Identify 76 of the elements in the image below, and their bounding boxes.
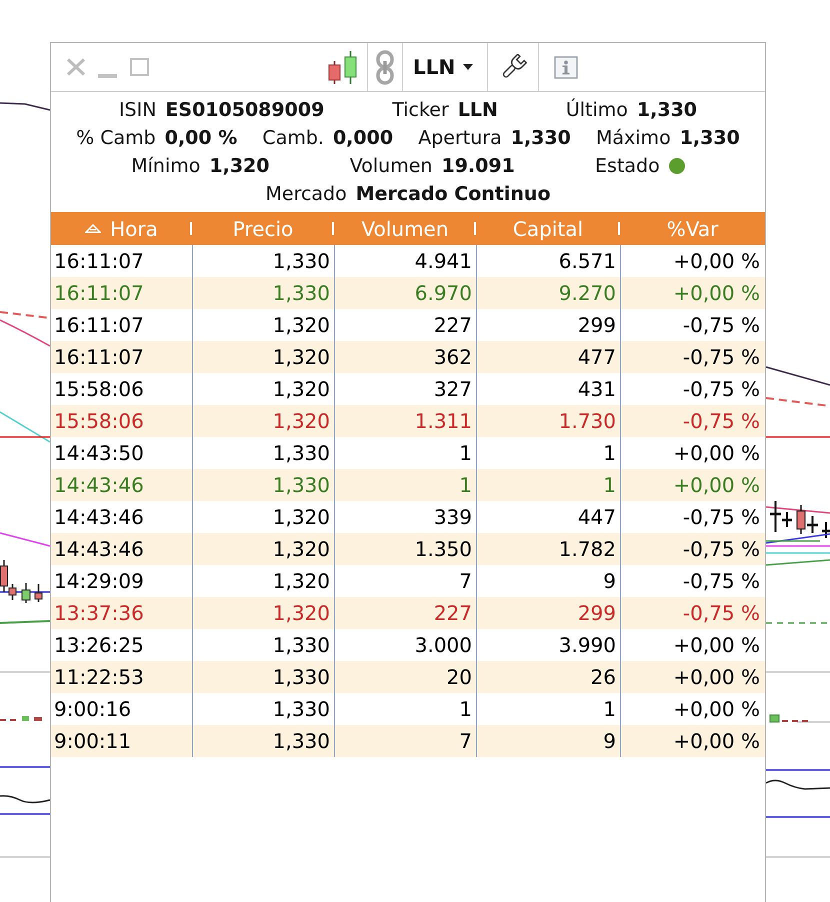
field-label: Máximo	[596, 127, 671, 149]
table-cell: 7	[334, 725, 476, 757]
field-label: Volumen	[350, 155, 432, 177]
chart-line	[766, 366, 830, 386]
field-value: 1,330	[510, 127, 571, 149]
table-cell-text: 9:00:11	[53, 728, 132, 755]
field-value: 0,000	[332, 127, 394, 149]
field-label: Mercado	[265, 183, 347, 205]
column-header[interactable]: %Var	[620, 212, 765, 245]
candlestick	[822, 522, 830, 538]
field-value: 1,320	[209, 155, 270, 177]
volume-bar	[34, 717, 42, 721]
field-label: Apertura	[418, 127, 502, 149]
info-icon[interactable]	[554, 56, 578, 78]
candlestick	[34, 584, 42, 602]
close-icon[interactable]	[66, 58, 86, 76]
field-label: % Camb	[76, 127, 156, 149]
table-cell-text: 16:11:07	[53, 248, 145, 275]
maximize-icon[interactable]	[130, 58, 149, 76]
table-cell-text: 13:26:25	[53, 632, 145, 659]
field-value: 1,330	[636, 99, 698, 121]
table-cell: +0,00 %	[620, 725, 765, 757]
field-value: 0,00 %	[164, 127, 238, 149]
chart-line	[0, 813, 50, 815]
table-cell-text: 16:11:07	[53, 280, 145, 307]
chart-line	[0, 591, 50, 593]
table-cell-text: 14:43:46	[53, 504, 145, 531]
field-label: Último	[566, 99, 628, 121]
volume-bar	[770, 714, 780, 722]
chart-line	[766, 506, 830, 514]
chart-line	[766, 552, 830, 554]
sort-icon	[85, 224, 102, 233]
table-cell-text: 13:37:36	[53, 600, 145, 627]
chart-line	[766, 559, 830, 566]
table-cell-text: 14:43:50	[53, 440, 145, 467]
field-value: ES0105089009	[165, 99, 324, 121]
field-label: Estado	[595, 155, 660, 177]
table-cell-text: 14:43:46	[53, 472, 145, 499]
chart-line	[766, 816, 830, 818]
chart-line	[766, 622, 830, 624]
field-label: Camb.	[262, 127, 324, 149]
field-value: 1,330	[680, 127, 740, 149]
table-cell-text: 9:00:16	[53, 696, 132, 723]
candlestick	[796, 505, 806, 534]
chart-line	[0, 766, 50, 768]
field-value: LLN	[458, 99, 498, 121]
volume-bar	[22, 716, 29, 721]
table-cell-text: 11:22:53	[53, 664, 145, 691]
wrench-icon[interactable]	[500, 54, 528, 80]
table-cell-text: 14:43:46	[53, 536, 145, 563]
table-cell-text: 15:58:06	[53, 376, 145, 403]
chart-line	[0, 532, 50, 547]
candlestick	[807, 516, 818, 533]
chart-line	[0, 620, 50, 624]
table-cell-text: 16:11:07	[53, 312, 145, 339]
table-cell-text: 14:29:09	[53, 568, 145, 595]
chart-line	[766, 436, 830, 438]
chart-line	[0, 795, 50, 804]
chain-link-icon[interactable]	[376, 50, 394, 84]
table-cell-text: 16:11:07	[53, 344, 145, 371]
symbol-dropdown[interactable]: LLN	[403, 43, 488, 91]
field-label: Mínimo	[131, 155, 200, 177]
candlestick	[22, 583, 30, 603]
field-label: Ticker	[392, 99, 449, 121]
table-cell: 9	[476, 725, 620, 757]
caret-icon	[463, 64, 474, 70]
table-cell: 1,330	[192, 725, 334, 757]
candlestick-icon[interactable]	[328, 50, 358, 84]
field-value: Mercado Continuo	[356, 183, 550, 205]
field-label: ISIN	[118, 99, 156, 121]
minimize-icon[interactable]	[98, 74, 117, 78]
chart-line	[766, 769, 830, 771]
chart-line	[0, 102, 50, 111]
table-cell-text: 15:58:06	[53, 408, 145, 435]
chart-line	[766, 780, 830, 790]
field-value: 19.091	[441, 155, 515, 177]
